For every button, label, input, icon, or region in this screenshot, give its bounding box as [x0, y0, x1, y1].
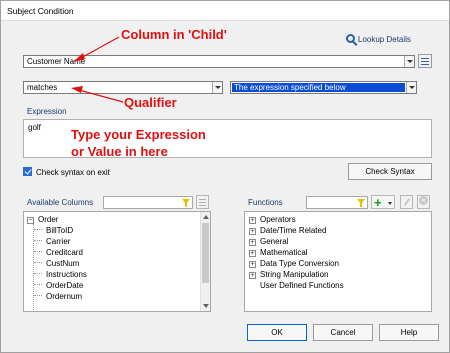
qualifier-arrowhead: [71, 86, 83, 93]
expression-annotation-line2: or Value in here: [71, 144, 168, 159]
column-annotation: Column in 'Child': [121, 27, 227, 42]
subject-condition-dialog: Subject Condition Lookup Details Custome…: [0, 0, 450, 353]
qualifier-arrow-line: [78, 89, 124, 103]
annotation-arrows: [71, 36, 124, 103]
qualifier-annotation: Qualifier: [124, 95, 177, 110]
column-arrow-line: [78, 36, 120, 60]
expression-annotation-line1: Type your Expression: [71, 127, 206, 142]
column-arrowhead: [73, 53, 85, 62]
expression-annotation: Type your Expression or Value in here: [71, 126, 206, 160]
